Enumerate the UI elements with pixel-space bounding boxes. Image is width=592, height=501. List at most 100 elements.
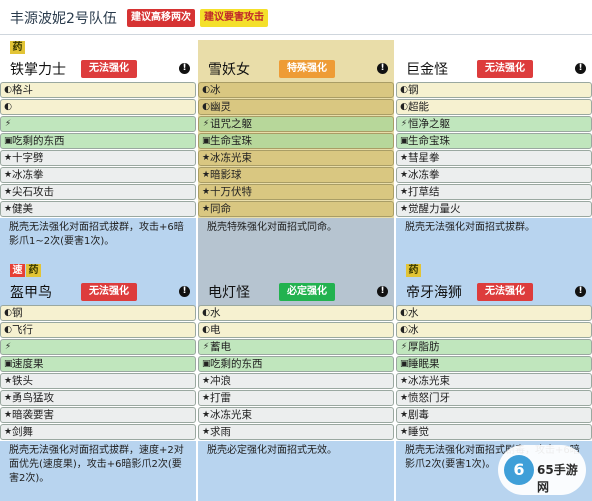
card-rows: ◐ 钢 ◐ 超能 ⚡ 恒净之躯 ▣ 生命宝珠 ★ 彗星拳 ★ 冰冻拳 ★ 打草结 ★ 觉醒力量火 <box>396 82 592 218</box>
half-circle-icon: ◐ <box>400 325 408 335</box>
watermark-logo: 6 <box>504 455 534 485</box>
pokemon-name: 帝牙海狮 <box>406 285 462 301</box>
type-row-2: ◐ 冰 <box>396 322 592 338</box>
half-circle-icon: ◐ <box>202 102 210 112</box>
held-item-row: ▣ 生命宝珠 <box>198 133 394 149</box>
card-description: 脱壳必定强化对面招式无效。 <box>198 441 394 501</box>
move-row: ★ 打草结 <box>396 184 592 200</box>
star-icon: ★ <box>4 153 13 163</box>
move-row: ★ 暗影球 <box>198 167 394 183</box>
half-circle-icon: ◐ <box>202 325 210 335</box>
tag-red: 建议高移两次 <box>127 9 195 27</box>
type-row-2: ◐ 电 <box>198 322 394 338</box>
move-name: 冰冻光束 <box>210 409 252 421</box>
move-row: ★ 铁头 <box>0 373 196 389</box>
move-row: ★ 觉醒力量火 <box>396 201 592 217</box>
star-icon: ★ <box>4 187 13 197</box>
type-row-2: ◐ 幽灵 <box>198 99 394 115</box>
star-icon: ★ <box>4 410 13 420</box>
held-item-row: ▣ 吃剩的东西 <box>0 133 196 149</box>
move-row: ★ 冰冻拳 <box>0 167 196 183</box>
info-icon[interactable]: ! <box>575 286 586 297</box>
status-badge: 无法强化 <box>477 60 533 78</box>
status-badge: 无法强化 <box>81 60 137 78</box>
type-2: 飞行 <box>12 324 33 336</box>
type-2: 超能 <box>408 101 429 113</box>
move-name: 剑舞 <box>12 426 33 438</box>
move-row: ★ 勇鸟猛攻 <box>0 390 196 406</box>
type-1: 钢 <box>408 84 419 96</box>
card-badges: 药 <box>406 263 422 277</box>
star-icon: ★ <box>4 204 13 214</box>
star-icon: ★ <box>202 410 211 420</box>
held-item-row: ▣ 睡眠果 <box>396 356 592 372</box>
pokemon-name: 电灯怪 <box>208 285 250 301</box>
star-icon: ★ <box>4 376 13 386</box>
half-circle-icon: ◐ <box>4 102 12 112</box>
status-badge: 无法强化 <box>477 283 533 301</box>
move-name: 勇鸟猛攻 <box>12 392 54 404</box>
star-icon: ★ <box>400 393 409 403</box>
star-icon: ★ <box>202 204 211 214</box>
move-name: 冰冻拳 <box>12 169 44 181</box>
trait-row: ⚡ 恒净之躯 <box>396 116 592 132</box>
held-item: 睡眠果 <box>408 358 440 370</box>
type-row-1: ◐ 水 <box>396 305 592 321</box>
type-1: 冰 <box>210 84 221 96</box>
move-name: 剧毒 <box>408 409 429 421</box>
type-1: 水 <box>210 307 221 319</box>
tag-yellow: 建议要害攻击 <box>200 9 268 27</box>
type-2: 冰 <box>408 324 419 336</box>
held-item: 生命宝珠 <box>210 135 252 147</box>
type-2: 电 <box>210 324 221 336</box>
star-icon: ★ <box>202 427 211 437</box>
half-circle-icon: ◐ <box>4 325 12 335</box>
card-rows: ◐ 水 ◐ 电 ⚡ 蓄电 ▣ 吃剩的东西 ★ 冲浪 ★ 打雷 ★ 冰冻光束 ★ 求雨 <box>198 305 394 441</box>
info-icon[interactable]: ! <box>575 63 586 74</box>
speed-badge: 速 <box>10 264 25 277</box>
trait: 蓄电 <box>210 341 231 353</box>
move-name: 十万伏特 <box>210 186 252 198</box>
star-icon: ★ <box>4 393 13 403</box>
star-icon: ★ <box>202 376 211 386</box>
bolt-icon: ⚡ <box>400 342 408 352</box>
item-icon: ▣ <box>400 136 409 146</box>
move-name: 愤怒门牙 <box>408 392 450 404</box>
half-circle-icon: ◐ <box>202 308 210 318</box>
half-circle-icon: ◐ <box>4 308 12 318</box>
pokemon-card: 电灯怪 必定强化! ◐ 水 ◐ 电 ⚡ 蓄电 ▣ 吃剩的东西 ★ 冲浪 ★ 打雷 ★ 冰冻光束 ★ 求雨 脱壳必定强… <box>198 263 394 501</box>
move-name: 暗袭要害 <box>12 409 54 421</box>
move-name: 暗影球 <box>210 169 242 181</box>
move-name: 打草结 <box>408 186 440 198</box>
info-icon[interactable]: ! <box>377 286 388 297</box>
star-icon: ★ <box>202 170 211 180</box>
move-row: ★ 睡觉 <box>396 424 592 440</box>
move-row: ★ 尖石攻击 <box>0 184 196 200</box>
item-icon: ▣ <box>4 359 13 369</box>
card-rows: ◐ 钢 ◐ 飞行 ⚡ ▣ 速度果 ★ 铁头 ★ 勇鸟猛攻 ★ 暗袭要害 ★ 剑舞 <box>0 305 196 441</box>
held-item: 速度果 <box>12 358 44 370</box>
move-row: ★ 冰冻光束 <box>396 373 592 389</box>
move-row: ★ 愤怒门牙 <box>396 390 592 406</box>
watermark-text: 65手游网 <box>537 463 578 494</box>
star-icon: ★ <box>202 187 211 197</box>
bolt-icon: ⚡ <box>202 119 210 129</box>
bolt-icon: ⚡ <box>4 342 12 352</box>
move-name: 尖石攻击 <box>12 186 54 198</box>
card-rows: ◐ 格斗 ◐ ⚡ ▣ 吃剩的东西 ★ 十字劈 ★ 冰冻拳 ★ 尖石攻击 ★ 健美 <box>0 82 196 218</box>
move-row: ★ 冲浪 <box>198 373 394 389</box>
move-name: 求雨 <box>210 426 231 438</box>
move-name: 健美 <box>12 203 33 215</box>
held-item: 生命宝珠 <box>408 135 450 147</box>
type-1: 钢 <box>12 307 23 319</box>
status-badge: 无法强化 <box>81 283 137 301</box>
move-row: ★ 彗星拳 <box>396 150 592 166</box>
info-icon[interactable]: ! <box>377 63 388 74</box>
half-circle-icon: ◐ <box>400 308 408 318</box>
held-item: 吃剩的东西 <box>210 358 263 370</box>
move-row: ★ 冰冻拳 <box>396 167 592 183</box>
card-header: 雪妖女 特殊强化! <box>198 54 394 82</box>
info-icon[interactable]: ! <box>179 286 190 297</box>
held-item-row: ▣ 生命宝珠 <box>396 133 592 149</box>
info-icon[interactable]: ! <box>179 63 190 74</box>
